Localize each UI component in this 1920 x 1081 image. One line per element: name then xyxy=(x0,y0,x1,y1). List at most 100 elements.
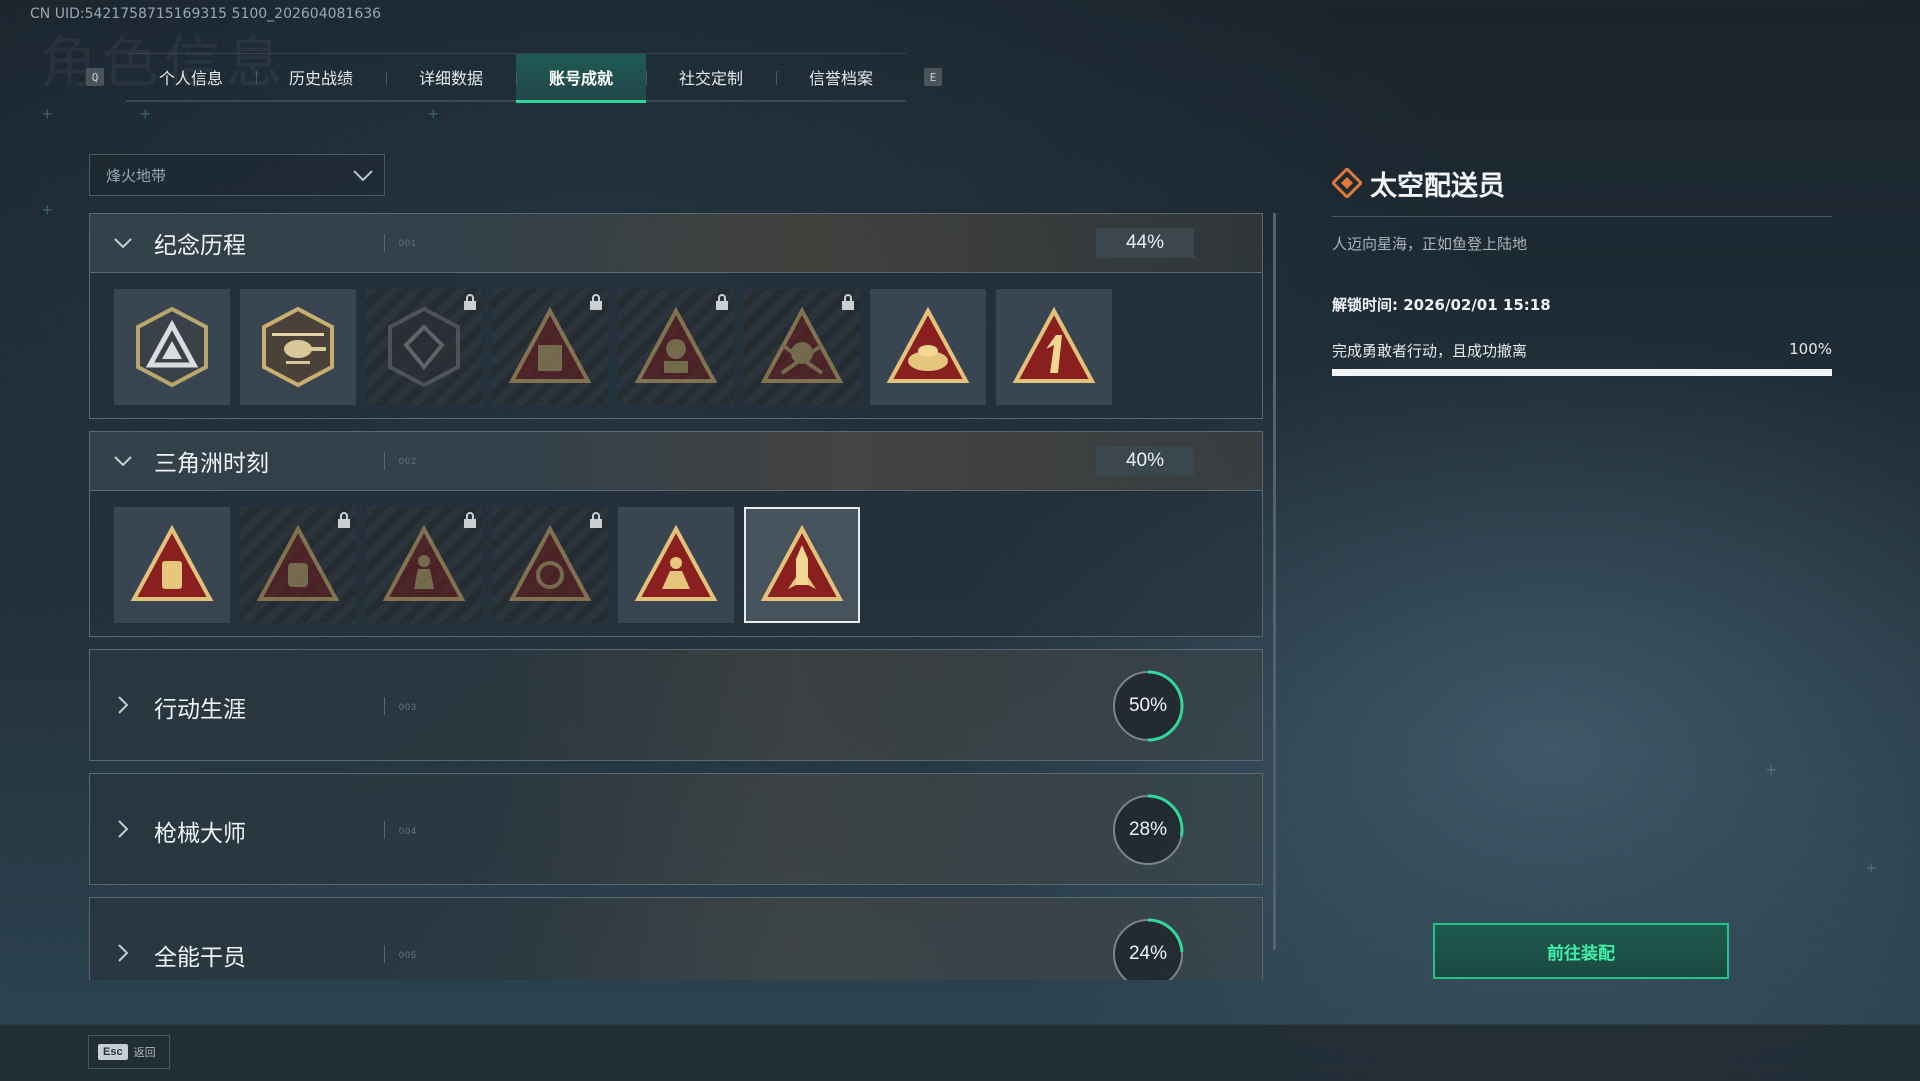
deco-plus-icon: + xyxy=(140,104,151,124)
dark-emblem-shield-badge-icon xyxy=(388,306,460,388)
mask-triangle-badge-icon xyxy=(256,524,340,601)
category-code: 001 xyxy=(399,238,418,248)
tab-detailed-data[interactable]: 详细数据 xyxy=(386,54,516,100)
achievement-badge-locked[interactable] xyxy=(366,289,482,405)
requirement-text: 完成勇敢者行动，且成功撤离 xyxy=(1332,342,1528,360)
achievement-category-list: 纪念历程 001 44% 三角洲时刻 002 40% 行动生涯 003 50% … xyxy=(89,213,1263,980)
number-one-triangle-badge-icon xyxy=(1012,306,1096,383)
runner-triangle-badge-icon xyxy=(382,524,466,601)
backpack-triangle-badge-icon xyxy=(130,524,214,601)
requirement-percent: 100% xyxy=(1789,340,1832,358)
detail-description: 人迈向星海，正如鱼登上陆地 xyxy=(1332,235,1528,253)
footer-bar xyxy=(0,1024,1920,1081)
squad-triangle-badge-icon xyxy=(634,524,718,601)
badge-row xyxy=(90,273,1262,415)
achievement-emblem-icon xyxy=(1332,168,1362,198)
deco-plus-icon: + xyxy=(428,104,439,124)
dropdown-selected-value: 烽火地带 xyxy=(106,166,167,185)
rocket-triangle-badge-icon xyxy=(760,524,844,601)
achievement-badge[interactable] xyxy=(618,507,734,623)
go-to-equip-button[interactable]: 前往装配 xyxy=(1433,923,1729,979)
category-percent: 44% xyxy=(1096,228,1194,258)
category-panel: 纪念历程 001 44% xyxy=(89,213,1263,419)
deco-plus-icon: + xyxy=(1766,760,1777,780)
category-percent: 50% xyxy=(1128,695,1168,716)
deco-plus-icon: + xyxy=(42,200,53,220)
category-percent: 40% xyxy=(1096,446,1194,476)
category-header[interactable]: 纪念历程 001 44% xyxy=(90,214,1262,273)
list-scrollbar[interactable] xyxy=(1273,213,1276,950)
mode-filter-dropdown[interactable]: 烽火地带 xyxy=(89,154,385,196)
requirement-progress-fill xyxy=(1332,369,1832,376)
achievement-detail-panel: 太空配送员 人迈向星海，正如鱼登上陆地 解锁时间: 2026/02/01 15:… xyxy=(1332,160,1832,376)
divider xyxy=(384,821,385,839)
achievement-badge[interactable] xyxy=(996,289,1112,405)
tab-bar: Q 个人信息 历史战绩 详细数据 账号成就 社交定制 信誉档案 E xyxy=(86,52,942,103)
back-label: 返回 xyxy=(133,1046,156,1059)
uid-text: CN UID:5421758715169315 5100_20260408163… xyxy=(30,6,382,22)
chevron-down-icon xyxy=(353,170,373,182)
divider xyxy=(384,697,385,715)
deco-plus-icon: + xyxy=(42,104,53,124)
badge-row xyxy=(90,491,1262,633)
gold-mound-triangle-badge-icon xyxy=(886,306,970,383)
achievement-badge[interactable] xyxy=(114,507,230,623)
category-panel-collapsed[interactable]: 全能干员 005 24% xyxy=(89,897,1263,980)
esc-key: Esc xyxy=(98,1044,128,1060)
delta-logo-shield-badge-icon xyxy=(136,306,208,388)
detail-title-row: 太空配送员 xyxy=(1332,160,1832,206)
category-name: 枪械大师 xyxy=(154,821,246,847)
tab-reputation[interactable]: 信誉档案 xyxy=(776,54,906,100)
category-panel: 三角洲时刻 002 40% xyxy=(89,431,1263,637)
back-button[interactable]: Esc 返回 xyxy=(88,1035,170,1069)
compass-triangle-badge-icon xyxy=(508,524,592,601)
tab-list: 个人信息 历史战绩 详细数据 账号成就 社交定制 信誉档案 xyxy=(126,52,906,103)
category-code: 002 xyxy=(399,456,418,466)
achievement-badge-selected[interactable] xyxy=(744,507,860,623)
achievement-badge[interactable] xyxy=(870,289,986,405)
achievement-badge-locked[interactable] xyxy=(618,289,734,405)
achievement-badge-locked[interactable] xyxy=(744,289,860,405)
category-name: 纪念历程 xyxy=(154,233,246,259)
deco-plus-icon: + xyxy=(1866,858,1877,878)
achievement-badge-locked[interactable] xyxy=(366,507,482,623)
tab-history[interactable]: 历史战绩 xyxy=(256,54,386,100)
chevron-right-icon xyxy=(118,696,129,714)
category-percent: 28% xyxy=(1128,819,1168,840)
sb-crate-triangle-badge-icon xyxy=(508,306,592,383)
category-code: 005 xyxy=(399,950,418,960)
chevron-right-icon xyxy=(118,944,129,962)
chevron-down-icon xyxy=(114,238,132,249)
requirement-progress-bar xyxy=(1332,369,1832,376)
chevron-down-icon xyxy=(114,456,132,467)
achievement-badge-locked[interactable] xyxy=(492,289,608,405)
category-name: 行动生涯 xyxy=(154,697,246,723)
operator-triangle-badge-icon xyxy=(634,306,718,383)
divider xyxy=(1332,216,1832,217)
achievement-badge[interactable] xyxy=(240,289,356,405)
achievement-badge[interactable] xyxy=(114,289,230,405)
divider xyxy=(384,452,385,470)
category-header[interactable]: 三角洲时刻 002 40% xyxy=(90,432,1262,491)
tab-account-achievements[interactable]: 账号成就 xyxy=(516,53,646,103)
detail-title: 太空配送员 xyxy=(1370,170,1505,202)
next-tab-key[interactable]: E xyxy=(924,68,942,86)
category-name: 三角洲时刻 xyxy=(154,451,269,477)
helicopter-shield-badge-icon xyxy=(262,306,334,388)
prev-tab-key[interactable]: Q xyxy=(86,68,104,86)
tab-personal-info[interactable]: 个人信息 xyxy=(126,54,256,100)
requirement-row: 完成勇敢者行动，且成功撤离 100% xyxy=(1332,340,1832,361)
achievement-badge-locked[interactable] xyxy=(492,507,608,623)
category-percent: 24% xyxy=(1128,943,1168,964)
category-panel-collapsed[interactable]: 行动生涯 003 50% xyxy=(89,649,1263,761)
chevron-right-icon xyxy=(118,820,129,838)
category-code: 004 xyxy=(399,826,418,836)
category-name: 全能干员 xyxy=(154,945,246,971)
divider xyxy=(384,945,385,963)
category-panel-collapsed[interactable]: 枪械大师 004 28% xyxy=(89,773,1263,885)
skull-triangle-badge-icon xyxy=(760,306,844,383)
tab-social-customize[interactable]: 社交定制 xyxy=(646,54,776,100)
achievement-badge-locked[interactable] xyxy=(240,507,356,623)
divider xyxy=(384,234,385,252)
category-code: 003 xyxy=(399,702,418,712)
